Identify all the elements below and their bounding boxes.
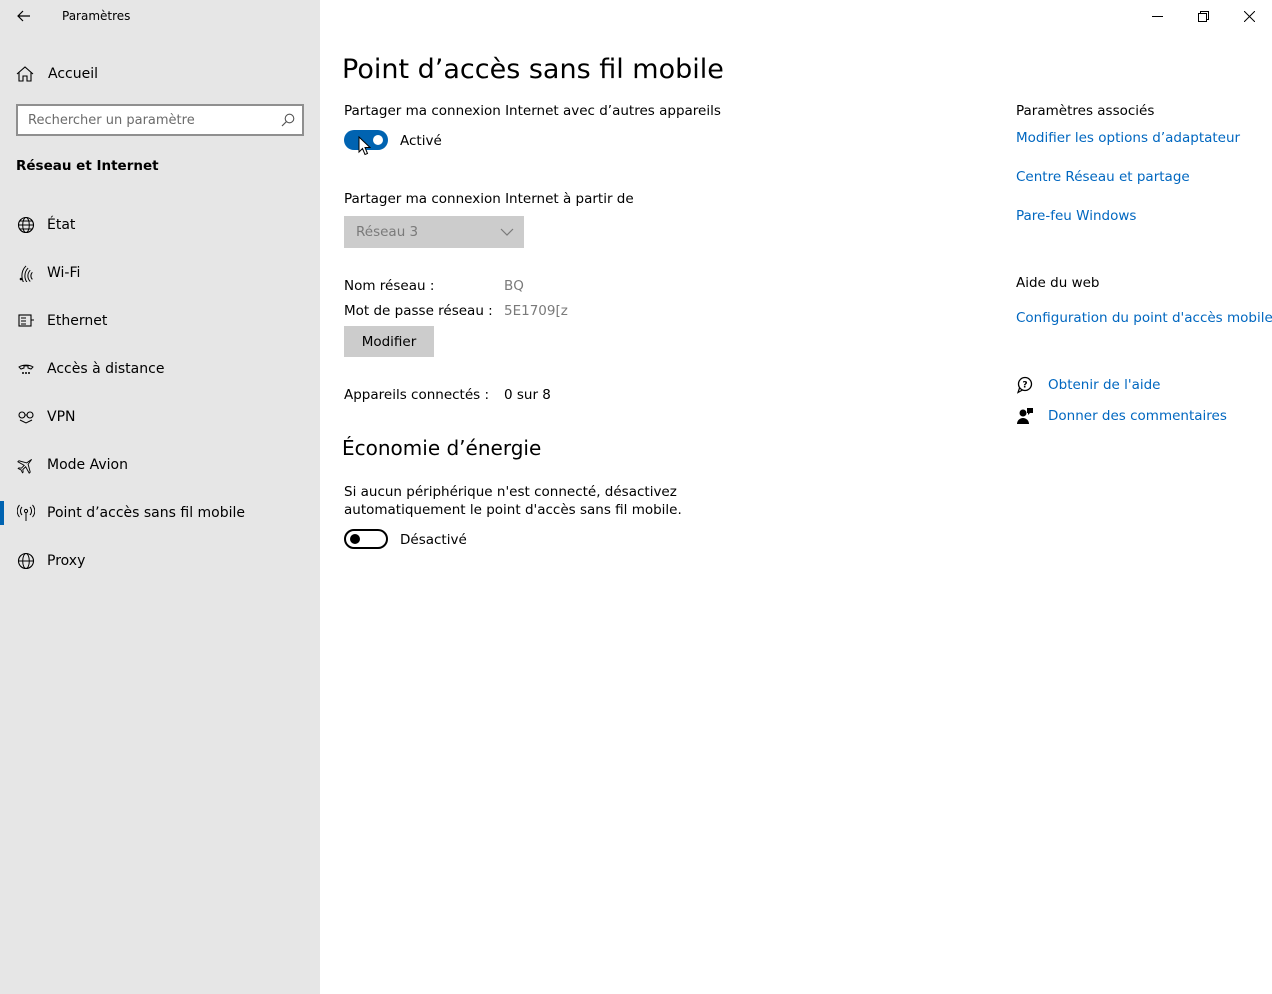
search-box[interactable] — [16, 104, 304, 136]
windows-firewall-link[interactable]: Pare-feu Windows — [1016, 208, 1136, 224]
airplane-icon — [16, 455, 36, 475]
section-title: Réseau et Internet — [16, 158, 159, 174]
sidebar-item-vpn[interactable]: VPN — [0, 393, 320, 441]
share-from-label: Partager ma connexion Internet à partir … — [344, 191, 634, 207]
vpn-icon — [16, 407, 36, 427]
help-chat-icon: ? — [1016, 376, 1033, 394]
restore-icon — [1197, 10, 1209, 22]
password-label: Mot de passe réseau : — [344, 303, 493, 319]
share-toggle-state: Activé — [400, 133, 442, 149]
sidebar-item-point-acces[interactable]: Point d’accès sans fil mobile — [0, 489, 320, 537]
energy-toggle-state: Désactivé — [400, 532, 467, 548]
main-content: Point d’accès sans fil mobile Partager m… — [320, 0, 1272, 994]
toggle-knob — [373, 135, 383, 145]
energy-title: Économie d’énergie — [342, 436, 542, 460]
related-settings-title: Paramètres associés — [1016, 103, 1155, 119]
network-sharing-center-link[interactable]: Centre Réseau et partage — [1016, 169, 1190, 185]
share-label: Partager ma connexion Internet avec d’au… — [344, 103, 721, 119]
globe-status-icon — [16, 215, 36, 235]
sidebar-item-label: Proxy — [47, 553, 86, 569]
sidebar-item-ethernet[interactable]: Ethernet — [0, 297, 320, 345]
sidebar-item-label: État — [47, 217, 76, 233]
feedback-icon — [1017, 408, 1033, 424]
get-help-row[interactable]: ? Obtenir de l'aide — [1016, 376, 1160, 394]
restore-button[interactable] — [1180, 0, 1226, 32]
home-nav-item[interactable]: Accueil — [16, 62, 98, 86]
sidebar-item-mode-avion[interactable]: Mode Avion — [0, 441, 320, 489]
password-value: 5E1709[z — [504, 303, 568, 319]
mouse-cursor-icon — [358, 136, 371, 156]
wifi-icon — [16, 263, 36, 283]
sidebar-item-label: Point d’accès sans fil mobile — [47, 505, 246, 521]
minimize-icon — [1151, 15, 1163, 17]
hotspot-icon — [16, 503, 36, 523]
adapter-options-link[interactable]: Modifier les options d’adaptateur — [1016, 130, 1240, 146]
share-from-value: Réseau 3 — [356, 224, 419, 240]
sidebar-item-label: VPN — [47, 409, 76, 425]
sidebar-item-label: Ethernet — [47, 313, 108, 329]
window-controls — [1134, 0, 1272, 32]
connected-devices-value: 0 sur 8 — [504, 387, 551, 403]
energy-description: Si aucun périphérique n'est connecté, dé… — [344, 484, 682, 518]
home-icon — [16, 66, 34, 82]
sidebar-nav: État Wi-Fi Ethernet Accès à distance VPN — [0, 201, 320, 585]
globe-icon — [16, 551, 36, 571]
share-from-select[interactable]: Réseau 3 — [344, 216, 524, 248]
chevron-down-icon — [500, 228, 514, 236]
sidebar-item-label: Wi-Fi — [47, 265, 81, 281]
sidebar: Paramètres Accueil Réseau et Internet Ét… — [0, 0, 320, 994]
network-name-value: BQ — [504, 278, 524, 294]
sidebar-item-wifi[interactable]: Wi-Fi — [0, 249, 320, 297]
connected-devices-label: Appareils connectés : — [344, 387, 490, 403]
app-title: Paramètres — [62, 9, 131, 23]
dial-up-icon — [16, 359, 36, 379]
get-help-link[interactable]: Obtenir de l'aide — [1048, 377, 1160, 393]
feedback-row[interactable]: Donner des commentaires — [1016, 407, 1227, 425]
sidebar-item-etat[interactable]: État — [0, 201, 320, 249]
sidebar-item-label: Mode Avion — [47, 457, 128, 473]
back-arrow-icon — [17, 10, 30, 22]
close-button[interactable] — [1226, 0, 1272, 32]
page-title: Point d’accès sans fil mobile — [342, 54, 724, 85]
ethernet-icon — [16, 311, 36, 331]
network-name-label: Nom réseau : — [344, 278, 435, 294]
minimize-button[interactable] — [1134, 0, 1180, 32]
close-icon — [1243, 10, 1255, 22]
search-input[interactable] — [18, 106, 274, 134]
feedback-link[interactable]: Donner des commentaires — [1048, 408, 1227, 424]
web-help-title: Aide du web — [1016, 275, 1100, 291]
svg-text:?: ? — [1022, 381, 1027, 391]
home-label: Accueil — [48, 66, 98, 82]
modify-button[interactable]: Modifier — [344, 326, 434, 357]
hotspot-config-help-link[interactable]: Configuration du point d'accès mobile — [1016, 310, 1272, 326]
sidebar-item-label: Accès à distance — [47, 361, 165, 377]
sidebar-item-acces-distance[interactable]: Accès à distance — [0, 345, 320, 393]
sidebar-item-proxy[interactable]: Proxy — [0, 537, 320, 585]
toggle-knob — [350, 534, 360, 544]
energy-toggle[interactable] — [344, 529, 388, 549]
search-icon[interactable] — [274, 106, 302, 134]
back-button[interactable] — [12, 4, 36, 28]
